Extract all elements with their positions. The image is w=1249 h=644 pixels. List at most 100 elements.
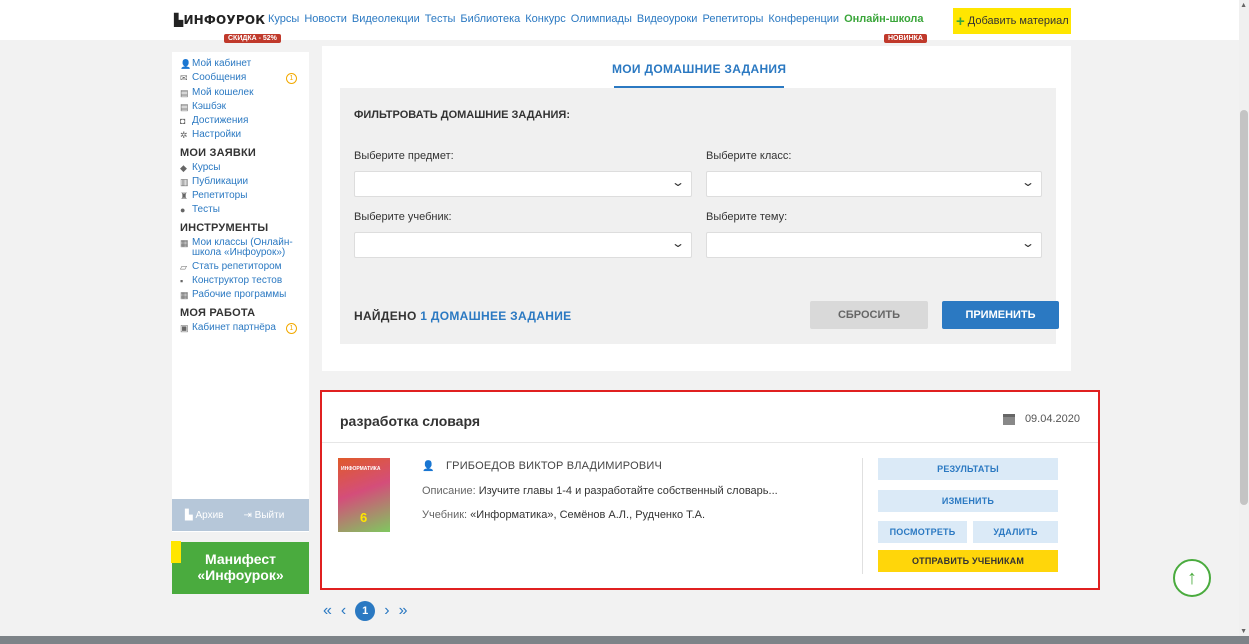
edit-button[interactable]: ИЗМЕНИТЬ <box>878 490 1058 512</box>
first-page-icon[interactable]: « <box>323 602 332 620</box>
sidebar-item-publications[interactable]: ▥ Публикации <box>172 175 309 189</box>
classes-icon: ▦ <box>180 238 189 248</box>
logo[interactable]: ▙ИНФОУРОК <box>174 13 265 27</box>
textbook-select[interactable]: ⌄ <box>354 232 692 258</box>
tab-my-homework[interactable]: МОИ ДОМАШНИЕ ЗАДАНИЯ <box>612 62 786 76</box>
homework-title[interactable]: разработка словаря <box>340 413 480 429</box>
count-badge: 1 <box>286 73 297 84</box>
homework-description: Описание: Изучите главы 1-4 и разработай… <box>422 485 778 497</box>
manifest-line1: Манифест <box>205 551 276 567</box>
filter-panel: ФИЛЬТРОВАТЬ ДОМАШНИЕ ЗАДАНИЯ: Выберите п… <box>340 88 1059 344</box>
sidebar-item-label: Публикации <box>192 176 249 187</box>
chevron-down-icon: ⌄ <box>670 175 686 189</box>
last-page-icon[interactable]: » <box>399 602 408 620</box>
class-select[interactable]: ⌄ <box>706 171 1042 197</box>
cover-number: 6 <box>360 510 368 525</box>
sidebar-section-requests: МОИ ЗАЯВКИ <box>180 147 256 159</box>
homework-card: разработка словаря 09.04.2020 ИНФОРМАТИК… <box>320 390 1100 590</box>
current-page[interactable]: 1 <box>355 601 376 621</box>
scroll-to-top-button[interactable]: ↑ <box>1173 559 1211 597</box>
scrollbar[interactable]: ▲ ▼ <box>1239 0 1249 636</box>
nav-link[interactable]: Видеоуроки <box>637 13 698 25</box>
nav-link[interactable]: Курсы <box>268 13 299 25</box>
view-button[interactable]: ПОСМОТРЕТЬ <box>878 521 967 543</box>
apply-button[interactable]: ПРИМЕНИТЬ <box>942 301 1059 329</box>
sidebar-item-cashback[interactable]: ▤ Кэшбэк <box>172 100 309 114</box>
sidebar-item-label: Конструктор тестов <box>192 275 283 286</box>
description-text: Изучите главы 1-4 и разработайте собстве… <box>478 485 778 497</box>
subject-label: Выберите предмет: <box>354 150 454 162</box>
sale-badge: СКИДКА - 52% <box>224 34 281 43</box>
sidebar-item-become-tutor[interactable]: ▱ Стать репетитором <box>172 260 309 274</box>
next-page-icon[interactable]: › <box>384 602 389 620</box>
homework-date-value: 09.04.2020 <box>1024 413 1080 425</box>
sidebar-footer: ▙ Архив ⇥ Выйти <box>172 499 309 531</box>
nav-link[interactable]: Конференции <box>768 13 839 25</box>
logout-link[interactable]: ⇥ Выйти <box>244 510 295 521</box>
grid-icon: ▪ <box>180 276 184 286</box>
sidebar-item-achievements[interactable]: ◘ Достижения <box>172 114 309 128</box>
author-name: ГРИБОЕДОВ ВИКТОР ВЛАДИМИРОВИЧ <box>446 460 662 472</box>
homework-filter-card: МОИ ДОМАШНИЕ ЗАДАНИЯ ФИЛЬТРОВАТЬ ДОМАШНИ… <box>322 46 1071 371</box>
sidebar-item-label: Мои классы (Онлайн-школа «Инфоурок») <box>192 237 293 258</box>
nav-link[interactable]: Тесты <box>425 13 456 25</box>
topic-select[interactable]: ⌄ <box>706 232 1042 258</box>
nav-link[interactable]: Новости <box>304 13 347 25</box>
nav-link[interactable]: Видеолекции <box>352 13 420 25</box>
sidebar-item-label: Стать репетитором <box>192 261 282 272</box>
sidebar-item-work-programs[interactable]: ▦ Рабочие программы <box>172 288 309 302</box>
chevron-down-icon: ⌄ <box>1020 236 1036 250</box>
send-to-students-button[interactable]: ОТПРАВИТЬ УЧЕНИКАМ <box>878 550 1058 572</box>
sidebar-item-test-builder[interactable]: ▪ Конструктор тестов <box>172 274 309 288</box>
scroll-down-icon[interactable]: ▼ <box>1240 628 1247 635</box>
new-badge: НОВИНКА <box>884 34 927 43</box>
sidebar-item-label: Достижения <box>192 115 249 126</box>
partner-icon: ▣ <box>180 323 189 333</box>
graduation-icon: ◆ <box>180 163 187 173</box>
sidebar-item-settings[interactable]: ✲ Настройки <box>172 128 309 142</box>
sidebar-item-wallet[interactable]: ▤ Мой кошелек <box>172 86 309 100</box>
pagination: « ‹ 1 › » <box>323 601 416 621</box>
filter-title: ФИЛЬТРОВАТЬ ДОМАШНИЕ ЗАДАНИЯ: <box>354 109 570 121</box>
banner-accent <box>171 541 181 563</box>
sidebar-item-my-classes[interactable]: ▦ Мои классы (Онлайн-школа «Инфоурок») <box>172 236 309 260</box>
nav-link[interactable]: Библиотека <box>460 13 520 25</box>
class-label: Выберите класс: <box>706 150 792 162</box>
sidebar-item-tutors[interactable]: ♜ Репетиторы <box>172 189 309 203</box>
sidebar-item-partner[interactable]: ▣ Кабинет партнёра 1 <box>172 321 309 336</box>
add-material-button[interactable]: + Добавить материал <box>953 8 1071 34</box>
tutor-icon: ♜ <box>180 191 189 201</box>
nav-link[interactable]: Олимпиады <box>571 13 632 25</box>
manifest-line2: «Инфоурок» <box>197 567 284 583</box>
sidebar-item-courses[interactable]: ◆ Курсы <box>172 161 309 175</box>
subject-select[interactable]: ⌄ <box>354 171 692 197</box>
manifest-banner[interactable]: Манифест «Инфоурок» <box>171 541 309 594</box>
sidebar-item-cabinet[interactable]: 👤 Мой кабинет <box>172 57 309 71</box>
sidebar-item-label: Рабочие программы <box>192 289 287 300</box>
sidebar-item-label: Курсы <box>192 162 221 173</box>
reset-button[interactable]: СБРОСИТЬ <box>810 301 928 329</box>
tutor-board-icon: ▱ <box>180 262 187 272</box>
homework-date: 09.04.2020 <box>1002 413 1080 425</box>
archive-link[interactable]: ▙ Архив <box>185 510 234 521</box>
sidebar-item-label: Кабинет партнёра <box>192 322 276 333</box>
found-count: НАЙДЕНО 1 ДОМАШНЕЕ ЗАДАНИЕ <box>354 309 572 323</box>
publication-icon: ▥ <box>180 177 189 187</box>
sidebar-item-label: Мой кабинет <box>192 58 252 69</box>
nav-link-online-school[interactable]: Онлайн-школа <box>844 13 923 25</box>
plus-icon: + <box>956 12 965 30</box>
prev-page-icon[interactable]: ‹ <box>341 602 346 620</box>
textbook-label: Выберите учебник: <box>354 211 452 223</box>
sidebar-item-label: Тесты <box>192 204 220 215</box>
scroll-up-icon[interactable]: ▲ <box>1240 2 1247 9</box>
footer <box>0 636 1249 644</box>
nav-link[interactable]: Репетиторы <box>702 13 763 25</box>
nav-link[interactable]: Конкурс <box>525 13 566 25</box>
sidebar-item-tests[interactable]: ● Тесты <box>172 203 309 217</box>
homework-textbook: Учебник: «Информатика», Семёнов А.Л., Ру… <box>422 509 706 521</box>
sidebar-item-label: Мой кошелек <box>192 87 254 98</box>
results-button[interactable]: РЕЗУЛЬТАТЫ <box>878 458 1058 480</box>
scrollbar-thumb[interactable] <box>1240 110 1248 505</box>
sidebar-item-messages[interactable]: ✉ Сообщения 1 <box>172 71 309 86</box>
delete-button[interactable]: УДАЛИТЬ <box>973 521 1058 543</box>
